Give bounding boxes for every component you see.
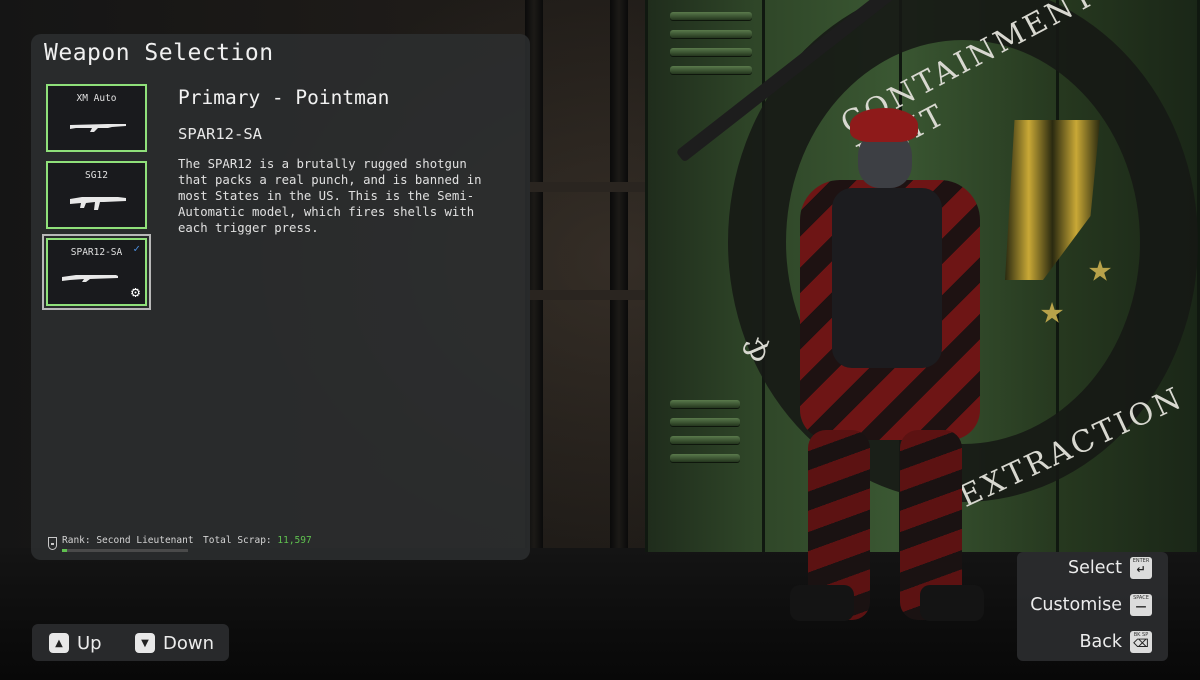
weapon-name: SPAR12-SA [178, 125, 262, 143]
nav-up-label: Up [77, 632, 102, 654]
back-prompt[interactable]: Back BK SP ⌫ [1079, 631, 1152, 653]
customise-label: Customise [1030, 595, 1122, 615]
backspace-key-icon: BK SP ⌫ [1130, 631, 1152, 653]
select-label: Select [1068, 558, 1122, 578]
back-label: Back [1079, 632, 1123, 652]
star-icon: ★ [1088, 245, 1113, 291]
nav-up-button[interactable]: ▲ Up [49, 631, 102, 655]
enter-key-icon: ENTER ↵ [1130, 557, 1152, 579]
space-key-icon: SPACE — [1130, 594, 1152, 616]
locker-vent [670, 418, 740, 426]
locker-vent [670, 66, 752, 74]
weapon-role-heading: Primary - Pointman [178, 86, 390, 109]
enter-glyph: ↵ [1136, 563, 1146, 576]
weapon-slot-label: SPAR12-SA [70, 247, 123, 258]
customise-prompt[interactable]: Customise SPACE — [1030, 594, 1152, 616]
nav-down-label: Down [163, 632, 215, 654]
total-scrap-label: Total Scrap: [203, 535, 272, 546]
locker-vent [670, 436, 740, 444]
arrow-down-key-icon: ▼ [135, 633, 155, 653]
arrow-up-key-icon: ▲ [49, 633, 69, 653]
weapon-selection-panel: Weapon Selection XM Auto SG12 SPAR12-SA … [31, 34, 530, 560]
locker-vent [670, 12, 752, 20]
character-boot [920, 585, 984, 621]
weapon-slot-label: SG12 [85, 170, 108, 181]
rank-progress-bar [62, 549, 188, 552]
locker-vent [670, 400, 740, 408]
character-vest [832, 188, 942, 368]
character-beret [850, 108, 918, 142]
rifle-icon [70, 124, 126, 132]
nav-down-button[interactable]: ▼ Down [135, 631, 214, 655]
panel-title: Weapon Selection [44, 40, 274, 66]
total-scrap: Total Scrap: 11,597 [203, 535, 312, 546]
action-prompts: Select ENTER ↵ Customise SPACE — Back BK… [1017, 552, 1168, 661]
rank-label: Rank: Second Lieutenant [62, 535, 194, 546]
locker-vent [670, 48, 752, 56]
rank-progress-fill [62, 549, 68, 552]
locker-vent [670, 454, 740, 462]
checkmark-icon: ✓ [133, 242, 140, 255]
weapon-slot-label: XM Auto [76, 93, 117, 104]
gear-icon[interactable]: ⚙ [131, 285, 140, 300]
weapon-slot-sg12[interactable]: SG12 [46, 161, 147, 229]
wall-beam [530, 290, 650, 300]
space-glyph: — [1135, 600, 1147, 613]
shotgun-icon [70, 197, 126, 210]
character-boot [790, 585, 854, 621]
rank-shield-icon [48, 537, 57, 550]
total-scrap-value: 11,597 [277, 535, 312, 546]
backspace-glyph: ⌫ [1133, 637, 1149, 650]
locker-vent [670, 30, 752, 38]
weapon-slot-spar12-sa[interactable]: SPAR12-SA ✓ ⚙ [42, 234, 151, 310]
select-prompt[interactable]: Select ENTER ↵ [1068, 557, 1152, 579]
weapon-description: The SPAR12 is a brutally rugged shotgun … [178, 157, 482, 235]
wall-beam [530, 182, 650, 192]
shotgun-icon [62, 275, 118, 282]
navigation-hint-bar: ▲ Up ▼ Down [32, 624, 229, 661]
star-icon: ★ [1040, 287, 1065, 333]
wall-pillar [610, 0, 628, 560]
weapon-slot-xm-auto[interactable]: XM Auto [46, 84, 147, 152]
